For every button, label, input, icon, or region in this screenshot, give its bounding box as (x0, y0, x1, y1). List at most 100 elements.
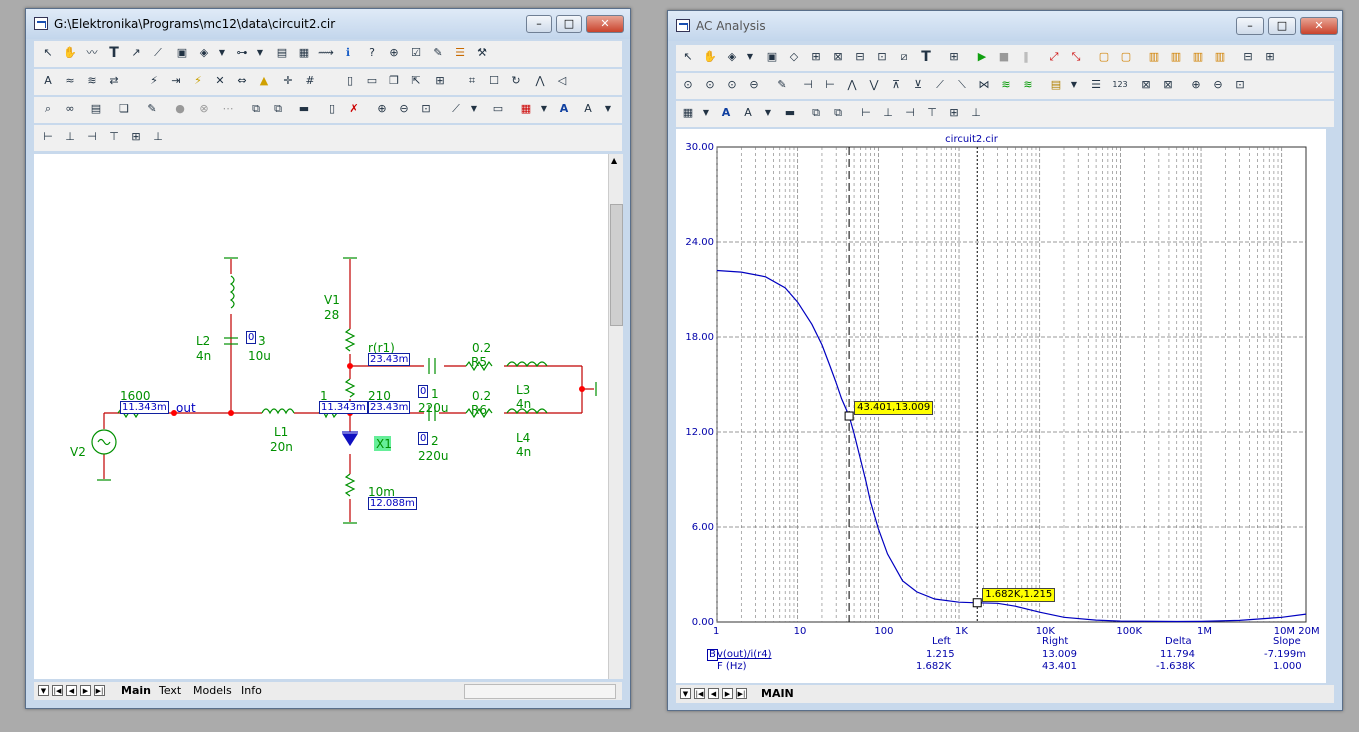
nav-first-icon[interactable]: |◀ (52, 685, 63, 696)
r-mid-current-label[interactable]: 11.343m (319, 401, 368, 414)
mirror-icon[interactable]: ⋀ (532, 73, 548, 89)
table-icon[interactable]: ▦ (296, 45, 312, 61)
c1-node-label[interactable]: 0 (418, 385, 429, 398)
stamp-icon[interactable]: ⊞ (432, 73, 448, 89)
a-frame1-icon[interactable]: ▢ (1096, 49, 1112, 65)
list-icon[interactable]: ☰ (452, 45, 468, 61)
a-align-top-icon[interactable]: ⊤ (924, 105, 940, 121)
a-nav-last-icon[interactable]: ▶| (736, 688, 747, 699)
r1-current-label[interactable]: 23.43m (368, 353, 411, 366)
x-circle-icon[interactable]: ⊗ (196, 101, 212, 117)
a-global2-icon[interactable]: ≋ (998, 77, 1014, 93)
a-slope1-icon[interactable]: ⟋ (932, 77, 948, 93)
a-align-center-icon[interactable]: ⊥ (880, 105, 896, 121)
a-nav-next-icon[interactable]: ▶ (722, 688, 733, 699)
probe-icon[interactable]: ⟿ (318, 45, 334, 61)
analysis-maximize-button[interactable]: □ (1268, 17, 1296, 35)
a-layout1-icon[interactable]: ▥ (1146, 49, 1162, 65)
zoom-fit-icon[interactable]: ⊡ (418, 101, 434, 117)
wire-draw-icon[interactable]: ↗ (128, 45, 144, 61)
a-stop-icon[interactable]: ■ (996, 49, 1012, 65)
a-stamp-icon[interactable]: ⊞ (946, 49, 962, 65)
duplicate-icon[interactable]: ❏ (116, 101, 132, 117)
analysis-minimize-button[interactable]: – (1236, 17, 1264, 35)
warning-icon[interactable]: ▲ (256, 73, 272, 89)
a-global3-icon[interactable]: ≋ (1020, 77, 1036, 93)
flow-icon[interactable]: ⇔ (234, 73, 250, 89)
find-icon[interactable]: ⌕ (40, 101, 56, 117)
power-icon[interactable]: ⚡ (146, 73, 162, 89)
node-voltages-icon[interactable]: ≋ (84, 73, 100, 89)
a-zoom4-icon[interactable]: ⊖ (746, 77, 762, 93)
tab-models[interactable]: Models (190, 684, 235, 698)
tab-text[interactable]: Text (156, 684, 184, 698)
a-global1-icon[interactable]: ⋈ (976, 77, 992, 93)
a-chart4-icon[interactable]: ⊡ (874, 49, 890, 65)
a-split-icon[interactable]: ⊟ (1240, 49, 1256, 65)
a-low-icon[interactable]: ⊻ (910, 77, 926, 93)
c3-node-label[interactable]: 0 (246, 331, 257, 344)
a-copy1-icon[interactable]: ⧉ (808, 105, 824, 121)
checkbox-icon[interactable]: ☑ (408, 45, 424, 61)
a-cursor1-icon[interactable]: ⊣ (800, 77, 816, 93)
a-color-dropdown-icon[interactable]: ▼ (698, 105, 714, 121)
a-layout3-icon[interactable]: ▥ (1190, 49, 1206, 65)
notes-icon[interactable]: ✎ (144, 101, 160, 117)
a-fit1-icon[interactable]: ⊠ (1138, 77, 1154, 93)
a-123-icon[interactable]: 123 (1112, 77, 1128, 93)
a-chart3-icon[interactable]: ⊟ (852, 49, 868, 65)
font-icon[interactable]: A (556, 101, 572, 117)
horizontal-scrollbar[interactable] (464, 684, 616, 699)
r-top-current-label[interactable]: 23.43m (368, 401, 411, 414)
a-font-size-icon[interactable]: A (740, 105, 756, 121)
a-nav-first-icon[interactable]: |◀ (694, 688, 705, 699)
a-slope2-icon[interactable]: ⟍ (954, 77, 970, 93)
minimize-button[interactable]: – (526, 15, 552, 33)
diagonal-wire-icon[interactable]: ⟋ (150, 45, 166, 61)
pan-hand-icon[interactable]: ✋ (62, 45, 78, 61)
c2-node-label[interactable]: 0 (418, 432, 429, 445)
a-chart1-icon[interactable]: ⊞ (808, 49, 824, 65)
page-icon[interactable]: ▯ (342, 73, 358, 89)
a-high-icon[interactable]: ⊼ (888, 77, 904, 93)
a-text-icon[interactable]: T (918, 49, 934, 65)
paste-icon[interactable]: ▤ (88, 101, 104, 117)
nodes-icon[interactable]: ⌗ (464, 73, 480, 89)
help-icon[interactable]: ? (364, 45, 380, 61)
zoom-in-icon[interactable]: ⊕ (374, 101, 390, 117)
picture-icon[interactable]: ▣ (174, 45, 190, 61)
a-zoom3-icon[interactable]: ⊙ (724, 77, 740, 93)
schematic-canvas[interactable]: X1 L2 4n 10u 3 V1 28 r(r1) V2 1600 out L… (34, 154, 608, 679)
maximize-button[interactable]: □ (556, 15, 582, 33)
a-shape-icon[interactable]: ◇ (786, 49, 802, 65)
align-middle-icon[interactable]: ⊞ (128, 129, 144, 145)
crosshair-icon[interactable]: ✛ (280, 73, 296, 89)
wire-icon[interactable]: 〰 (84, 45, 100, 61)
pin-connections-icon[interactable]: ⇥ (168, 73, 184, 89)
analysis-close-button[interactable]: ✕ (1300, 17, 1338, 35)
document-icon[interactable]: ▭ (364, 73, 380, 89)
zoom-out-icon[interactable]: ⊖ (396, 101, 412, 117)
grid-icon[interactable]: # (302, 73, 318, 89)
a-layout2-icon[interactable]: ▥ (1168, 49, 1184, 65)
rotate-icon[interactable]: ↻ (508, 73, 524, 89)
copy-icon[interactable]: ⧉ (248, 101, 264, 117)
a-run-icon[interactable]: ▶ (974, 49, 990, 65)
a-zoom1-icon[interactable]: ⊙ (680, 77, 696, 93)
readout-series-label[interactable]: v(out)/i(r4) (717, 649, 772, 660)
tab-info[interactable]: Info (238, 684, 265, 698)
flash-icon[interactable]: ⚡ (190, 73, 206, 89)
r-in-current-label[interactable]: 11.343m (120, 401, 169, 414)
window-icon[interactable]: ▭ (490, 101, 506, 117)
palette-dropdown-icon[interactable]: ▼ (536, 101, 552, 117)
a-layout4-icon[interactable]: ▥ (1212, 49, 1228, 65)
align-bottom-icon[interactable]: ⊥ (150, 129, 166, 145)
a-align-left-icon[interactable]: ⊢ (858, 105, 874, 121)
a-select-icon[interactable]: ↖ (680, 49, 696, 65)
align-top-icon[interactable]: ⊤ (106, 129, 122, 145)
binoculars-icon[interactable]: ∞ (62, 101, 78, 117)
a-copy2-icon[interactable]: ⧉ (830, 105, 846, 121)
a-peak-icon[interactable]: ⋀ (844, 77, 860, 93)
info-icon[interactable]: ℹ (340, 45, 356, 61)
new-file-icon[interactable]: ▯ (324, 101, 340, 117)
